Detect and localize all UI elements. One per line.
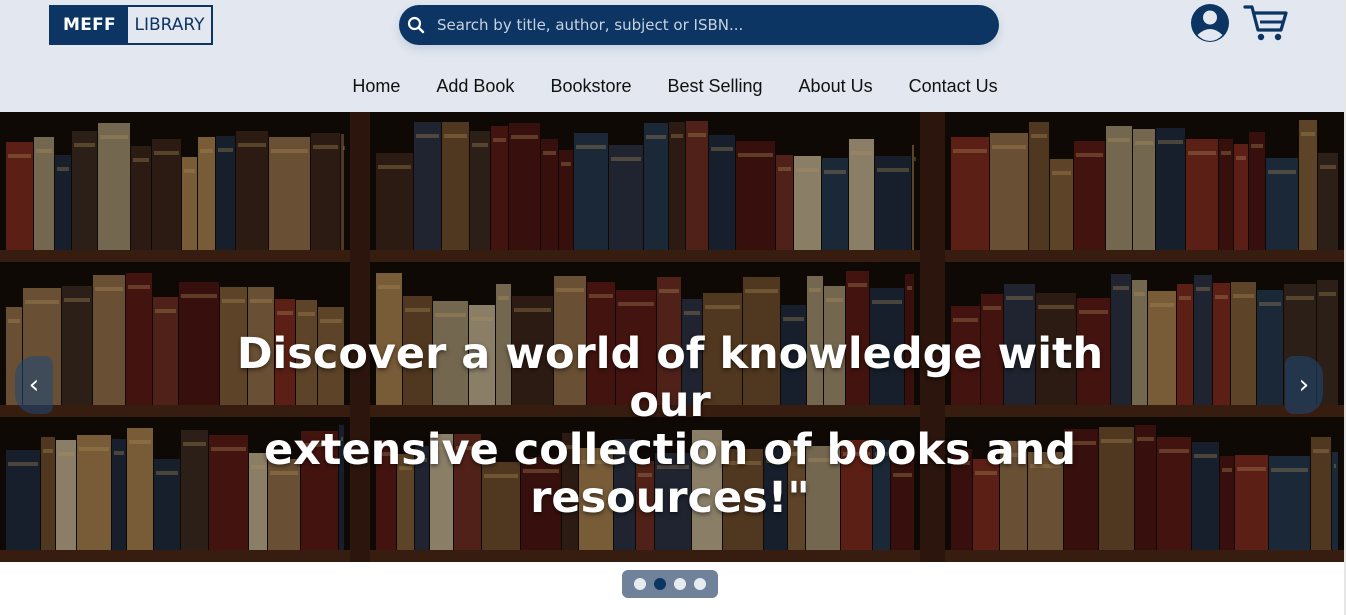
carousel-dot-4[interactable]	[694, 578, 706, 590]
chevron-left-icon: ‹	[28, 370, 40, 400]
hero-line-1: Discover a world of knowledge with our	[236, 329, 1104, 427]
hero-headline: Discover a world of knowledge with our e…	[200, 330, 1140, 522]
logo-meff: MEFF	[51, 7, 128, 43]
chevron-right-icon: ›	[1298, 370, 1310, 400]
nav-item-best-selling[interactable]: Best Selling	[667, 76, 762, 97]
search-input[interactable]	[437, 5, 999, 45]
nav-item-bookstore[interactable]: Bookstore	[550, 76, 631, 97]
carousel-dot-2[interactable]	[654, 578, 666, 590]
hero-line-2: extensive collection of books and	[264, 425, 1076, 475]
nav-item-about-us[interactable]: About Us	[799, 76, 873, 97]
nav-item-contact-us[interactable]: Contact Us	[909, 76, 998, 97]
nav-item-home[interactable]: Home	[352, 76, 400, 97]
user-icon[interactable]	[1189, 2, 1231, 44]
site-logo[interactable]: MEFF LIBRARY	[49, 5, 213, 45]
carousel-indicators	[622, 570, 718, 598]
nav-item-add-book[interactable]: Add Book	[436, 76, 514, 97]
search-icon[interactable]	[407, 16, 425, 34]
logo-library: LIBRARY	[128, 7, 211, 43]
carousel-prev-button[interactable]: ‹	[15, 356, 53, 414]
search-bar	[399, 5, 999, 45]
carousel-next-button[interactable]: ›	[1285, 356, 1323, 414]
hero-carousel: Discover a world of knowledge with our e…	[0, 112, 1344, 562]
site-header: MEFF LIBRARY Home Add Book Bo	[0, 0, 1346, 112]
carousel-dot-1[interactable]	[634, 578, 646, 590]
nav-list: Home Add Book Bookstore Best Selling Abo…	[352, 76, 997, 97]
hero-line-3: resources!"	[530, 473, 810, 523]
main-nav: Home Add Book Bookstore Best Selling Abo…	[0, 76, 1346, 97]
cart-icon[interactable]	[1243, 3, 1289, 43]
carousel-dot-3[interactable]	[674, 578, 686, 590]
